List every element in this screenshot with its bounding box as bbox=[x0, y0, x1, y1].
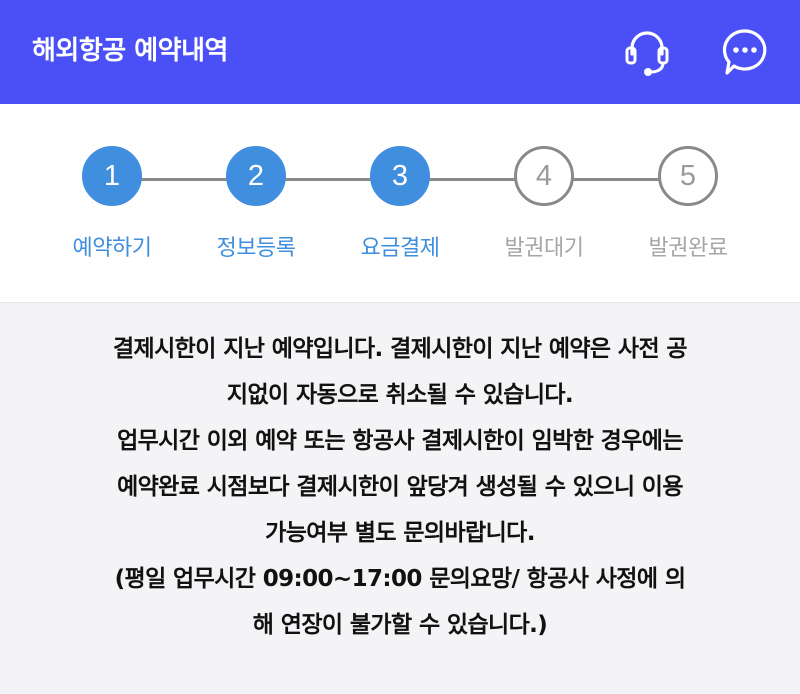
step-label: 예약하기 bbox=[72, 236, 152, 261]
page-title: 해외항공 예약내역 bbox=[32, 36, 228, 66]
step-3: 3 요금결제 bbox=[330, 146, 470, 262]
notice-line: 가능여부 별도 문의바랍니다. bbox=[265, 520, 535, 546]
step-2: 2 정보등록 bbox=[186, 146, 326, 262]
step-number: 1 bbox=[82, 146, 142, 206]
progress-stepper: 1 예약하기 2 정보등록 3 요금결제 4 발권대기 5 발권완료 bbox=[0, 104, 800, 302]
step-number: 3 bbox=[370, 146, 430, 206]
headset-icon[interactable] bbox=[622, 26, 672, 78]
expired-payment-notice: 결제시한이 지난 예약입니다. 결제시한이 지난 예약은 사전 공 지없이 자동… bbox=[20, 326, 780, 648]
chat-bubble-icon[interactable] bbox=[720, 26, 770, 78]
step-4: 4 발권대기 bbox=[474, 146, 614, 262]
section-divider bbox=[0, 302, 800, 303]
step-label: 발권완료 bbox=[648, 236, 728, 261]
notice-line: 결제시한이 지난 예약입니다. 결제시한이 지난 예약은 사전 공 bbox=[113, 336, 688, 362]
step-number: 4 bbox=[514, 146, 574, 206]
app-header: 해외항공 예약내역 bbox=[0, 0, 800, 104]
notice-line: 예약완료 시점보다 결제시한이 앞당겨 생성될 수 있으니 이용 bbox=[117, 474, 683, 500]
step-5: 5 발권완료 bbox=[618, 146, 758, 262]
step-number: 2 bbox=[226, 146, 286, 206]
step-label: 발권대기 bbox=[504, 236, 584, 261]
notice-line: 해 연장이 불가할 수 있습니다.) bbox=[252, 612, 548, 638]
notice-line: (평일 업무시간 09:00~17:00 문의요망/ 항공사 사정에 의 bbox=[114, 566, 686, 592]
notice-line: 업무시간 이외 예약 또는 항공사 결제시한이 임박한 경우에는 bbox=[117, 428, 683, 454]
notice-line: 지없이 자동으로 취소될 수 있습니다. bbox=[226, 382, 574, 408]
step-number: 5 bbox=[658, 146, 718, 206]
step-label: 정보등록 bbox=[216, 236, 296, 261]
step-label: 요금결제 bbox=[360, 236, 440, 261]
step-1: 1 예약하기 bbox=[42, 146, 182, 262]
